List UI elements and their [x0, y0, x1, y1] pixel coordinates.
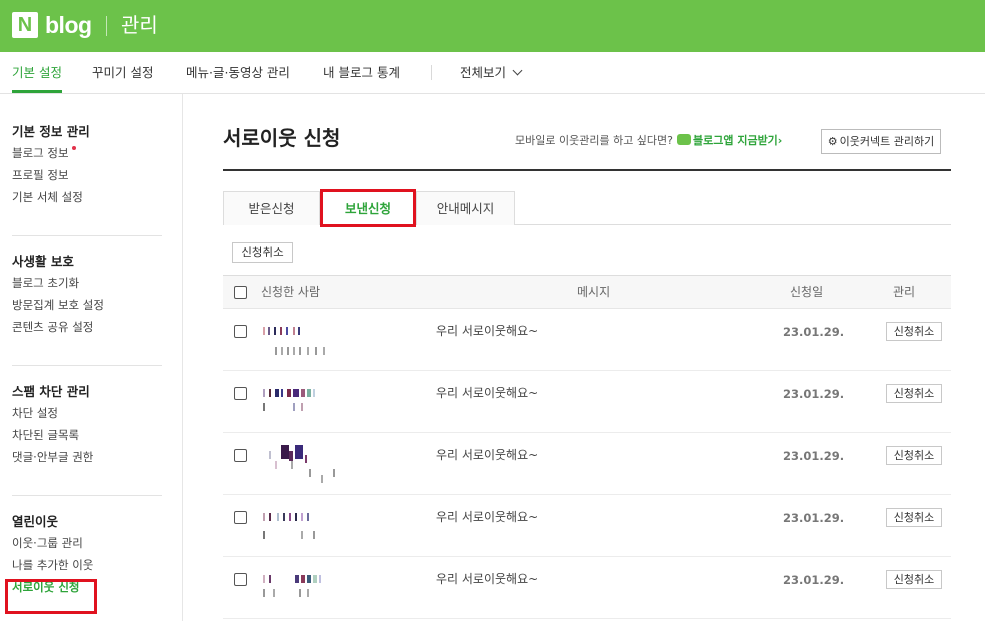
neighbor-connect-label: 이웃커넥트 관리하기 [839, 135, 935, 148]
table-row: 우리 서로이웃해요~ 23.01.29. 신청취소 [223, 309, 951, 371]
row-date: 23.01.29. [783, 449, 845, 463]
promo-text: 모바일로 이웃관리를 하고 싶다면? [515, 134, 674, 147]
table-row: 우리 서로이웃해요~ 23.01.29. 신청취소 [223, 557, 951, 619]
tab-blog-stats[interactable]: 내 블로그 통계 [323, 52, 400, 93]
app-header: N blog 관리 [0, 0, 985, 52]
tab-received-requests[interactable]: 받은신청 [223, 191, 320, 225]
row-cancel-button[interactable]: 신청취소 [886, 508, 942, 527]
sidebar-section-title: 스팸 차단 관리 [12, 384, 90, 399]
row-checkbox[interactable] [234, 325, 247, 338]
sidebar-divider [12, 235, 162, 236]
new-badge-dot [71, 146, 76, 150]
row-message: 우리 서로이웃해요~ [436, 448, 539, 462]
sidebar-item-block-settings[interactable]: 차단 설정 [12, 402, 162, 424]
sidebar-item-blog-info[interactable]: 블로그 정보 [12, 142, 162, 164]
highlight-box-sidebar [5, 579, 97, 614]
app-promo: 모바일로 이웃관리를 하고 싶다면? 블로그앱 지금받기› [515, 133, 782, 149]
sidebar-divider [12, 365, 162, 366]
tab-basic-settings[interactable]: 기본 설정 [12, 52, 62, 93]
avatar [261, 389, 371, 429]
avatar [261, 327, 371, 367]
blog-app-icon [677, 134, 692, 145]
logo-divider [106, 16, 107, 36]
row-date: 23.01.29. [783, 325, 845, 339]
app-download-link[interactable]: 블로그앱 지금받기› [693, 134, 782, 147]
sidebar-item-label: 블로그 정보 [12, 146, 69, 160]
sidebar-item-blocked-posts[interactable]: 차단된 글목록 [12, 424, 162, 446]
tab-guide-message[interactable]: 안내메시지 [416, 191, 515, 225]
avatar [261, 445, 371, 491]
view-all-label: 전체보기 [460, 65, 507, 80]
row-date: 23.01.29. [783, 573, 845, 587]
sidebar-item-default-font[interactable]: 기본 서체 설정 [12, 186, 162, 208]
view-all-menu[interactable]: 전체보기 [460, 52, 523, 93]
row-cancel-button[interactable]: 신청취소 [886, 384, 942, 403]
table-row: 우리 서로이웃해요~ 23.01.29. 신청취소 [223, 495, 951, 557]
avatar [261, 575, 371, 615]
sidebar-section-privacy: 사생활 보호 블로그 초기화 방문집계 보호 설정 콘텐츠 공유 설정 [12, 252, 162, 338]
row-message: 우리 서로이웃해요~ [436, 510, 539, 524]
neighbor-connect-button[interactable]: ⚙ 이웃커넥트 관리하기 [821, 129, 941, 154]
row-message: 우리 서로이웃해요~ [436, 386, 539, 400]
row-date: 23.01.29. [783, 511, 845, 525]
sidebar-section-title: 기본 정보 관리 [12, 124, 90, 139]
row-cancel-button[interactable]: 신청취소 [886, 446, 942, 465]
chevron-down-icon [512, 65, 523, 76]
table-row: 우리 서로이웃해요~ 23.01.29. 신청취소 [223, 433, 951, 495]
top-nav: 기본 설정 꾸미기 설정 메뉴·글·동영상 관리 내 블로그 통계 전체보기 [0, 52, 985, 94]
header-date: 신청일 [790, 285, 824, 299]
highlight-box-subtab [320, 189, 416, 227]
cancel-selected-button[interactable]: 신청취소 [232, 242, 293, 263]
sidebar-section-basic-info: 기본 정보 관리 블로그 정보 프로필 정보 기본 서체 설정 [12, 122, 162, 208]
row-cancel-button[interactable]: 신청취소 [886, 570, 942, 589]
sidebar-item-visit-protect[interactable]: 방문집계 보호 설정 [12, 294, 162, 316]
sidebar-item-added-me[interactable]: 나를 추가한 이웃 [12, 554, 162, 576]
nav-divider [431, 65, 432, 80]
header-manage: 관리 [893, 285, 916, 299]
sidebar-item-content-share[interactable]: 콘텐츠 공유 설정 [12, 316, 162, 338]
row-date: 23.01.29. [783, 387, 845, 401]
sidebar-item-neighbor-groups[interactable]: 이웃·그룹 관리 [12, 532, 162, 554]
sidebar-section-title: 열린이웃 [12, 514, 59, 529]
sidebar-item-comment-permission[interactable]: 댓글·안부글 권한 [12, 446, 162, 468]
header-person: 신청한 사람 [261, 285, 321, 299]
tab-decorate-settings[interactable]: 꾸미기 설정 [92, 52, 153, 93]
row-message: 우리 서로이웃해요~ [436, 324, 539, 338]
row-cancel-button[interactable]: 신청취소 [886, 322, 942, 341]
page-title: 서로이웃 신청 [223, 126, 341, 150]
table-header: 신청한 사람 메시지 신청일 관리 [223, 275, 951, 309]
row-checkbox[interactable] [234, 573, 247, 586]
sidebar-divider [12, 495, 162, 496]
avatar [261, 513, 371, 553]
row-checkbox[interactable] [234, 511, 247, 524]
row-checkbox[interactable] [234, 387, 247, 400]
page-header-title: 관리 [121, 13, 158, 37]
header-message: 메시지 [577, 285, 611, 299]
blog-logo-text[interactable]: blog [45, 10, 92, 40]
sidebar-section-title: 사생활 보호 [12, 254, 74, 269]
naver-logo[interactable]: N [12, 12, 38, 38]
title-divider [223, 169, 951, 171]
sidebar-item-profile-info[interactable]: 프로필 정보 [12, 164, 162, 186]
gear-icon: ⚙ [827, 135, 838, 148]
tab-menu-post-video[interactable]: 메뉴·글·동영상 관리 [186, 52, 290, 93]
row-message: 우리 서로이웃해요~ [436, 572, 539, 586]
sidebar: 기본 정보 관리 블로그 정보 프로필 정보 기본 서체 설정 사생활 보호 블… [0, 94, 183, 621]
sidebar-section-spam: 스팸 차단 관리 차단 설정 차단된 글목록 댓글·안부글 권한 [12, 382, 162, 468]
sidebar-item-blog-reset[interactable]: 블로그 초기화 [12, 272, 162, 294]
table-row: 우리 서로이웃해요~ 23.01.29. 신청취소 [223, 371, 951, 433]
row-checkbox[interactable] [234, 449, 247, 462]
select-all-checkbox[interactable] [234, 286, 247, 299]
